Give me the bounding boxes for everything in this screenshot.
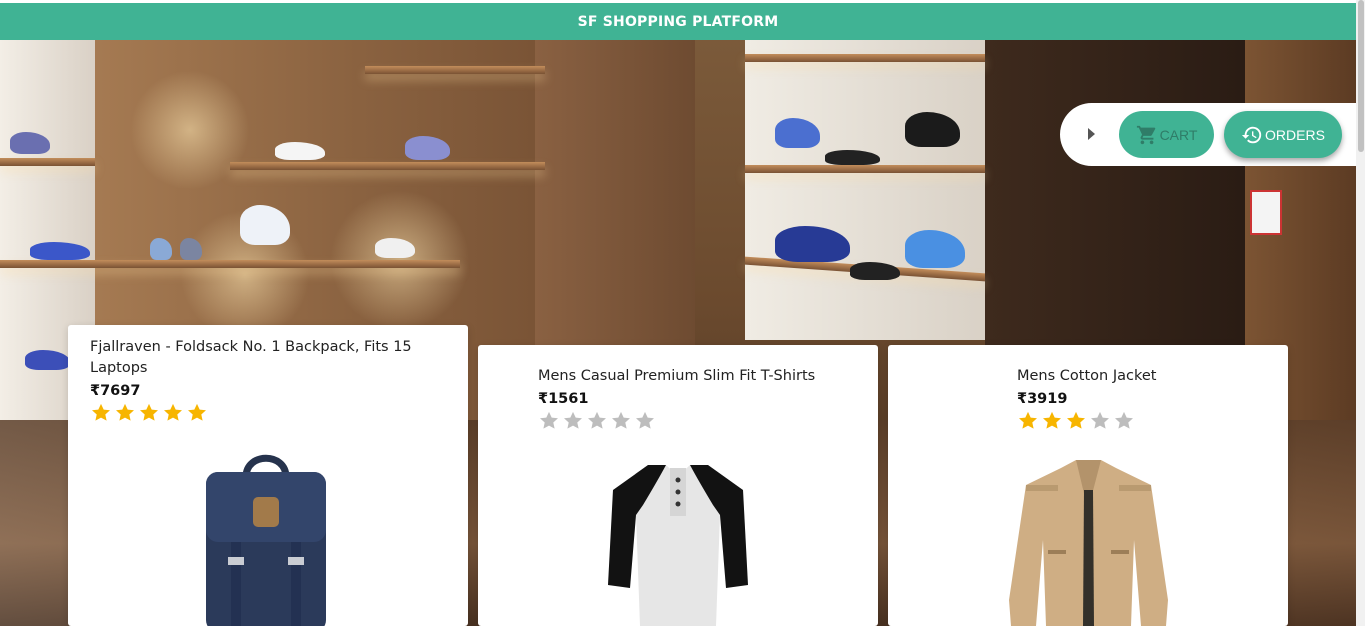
- star-filled-icon: [116, 403, 134, 421]
- star-empty-icon: [1115, 411, 1133, 429]
- backpack-product-image[interactable]: [201, 447, 331, 626]
- star-filled-icon: [1043, 411, 1061, 429]
- star-filled-icon: [164, 403, 182, 421]
- star-empty-icon: [540, 411, 558, 429]
- tshirt-product-image[interactable]: [608, 460, 748, 626]
- star-filled-icon: [1019, 411, 1037, 429]
- product-title[interactable]: Fjallraven - Foldsack No. 1 Backpack, Fi…: [90, 337, 430, 379]
- orders-button[interactable]: ORDERS: [1224, 111, 1342, 158]
- caret-right-icon[interactable]: [1088, 128, 1095, 140]
- jacket-product-image[interactable]: [1006, 460, 1171, 626]
- star-rating: [538, 410, 858, 432]
- star-empty-icon: [636, 411, 654, 429]
- star-filled-icon: [92, 403, 110, 421]
- product-price: ₹3919: [1017, 391, 1068, 407]
- product-price: ₹7697: [90, 383, 141, 399]
- product-title[interactable]: Mens Cotton Jacket: [1017, 366, 1267, 387]
- orders-label: ORDERS: [1265, 126, 1325, 143]
- star-rating: [90, 402, 430, 424]
- product-title[interactable]: Mens Casual Premium Slim Fit T-Shirts: [538, 366, 858, 387]
- cart-label: CART: [1159, 126, 1198, 143]
- app-title: SF SHOPPING PLATFORM: [577, 13, 779, 30]
- star-empty-icon: [588, 411, 606, 429]
- product-card[interactable]: Fjallraven - Foldsack No. 1 Backpack, Fi…: [68, 325, 468, 626]
- star-filled-icon: [1067, 411, 1085, 429]
- scrollbar-thumb[interactable]: [1358, 0, 1364, 152]
- product-card[interactable]: Mens Casual Premium Slim Fit T-Shirts ₹1…: [478, 345, 878, 626]
- star-rating: [1017, 410, 1267, 432]
- product-card[interactable]: Mens Cotton Jacket ₹3919: [888, 345, 1288, 626]
- product-price: ₹1561: [538, 391, 589, 407]
- star-filled-icon: [140, 403, 158, 421]
- cart-button[interactable]: CART: [1119, 111, 1214, 158]
- star-empty-icon: [1091, 411, 1109, 429]
- star-empty-icon: [564, 411, 582, 429]
- shopping-cart-icon: [1136, 125, 1155, 144]
- star-filled-icon: [188, 403, 206, 421]
- app-header: SF SHOPPING PLATFORM: [0, 3, 1356, 40]
- history-icon: [1241, 126, 1262, 143]
- star-empty-icon: [612, 411, 630, 429]
